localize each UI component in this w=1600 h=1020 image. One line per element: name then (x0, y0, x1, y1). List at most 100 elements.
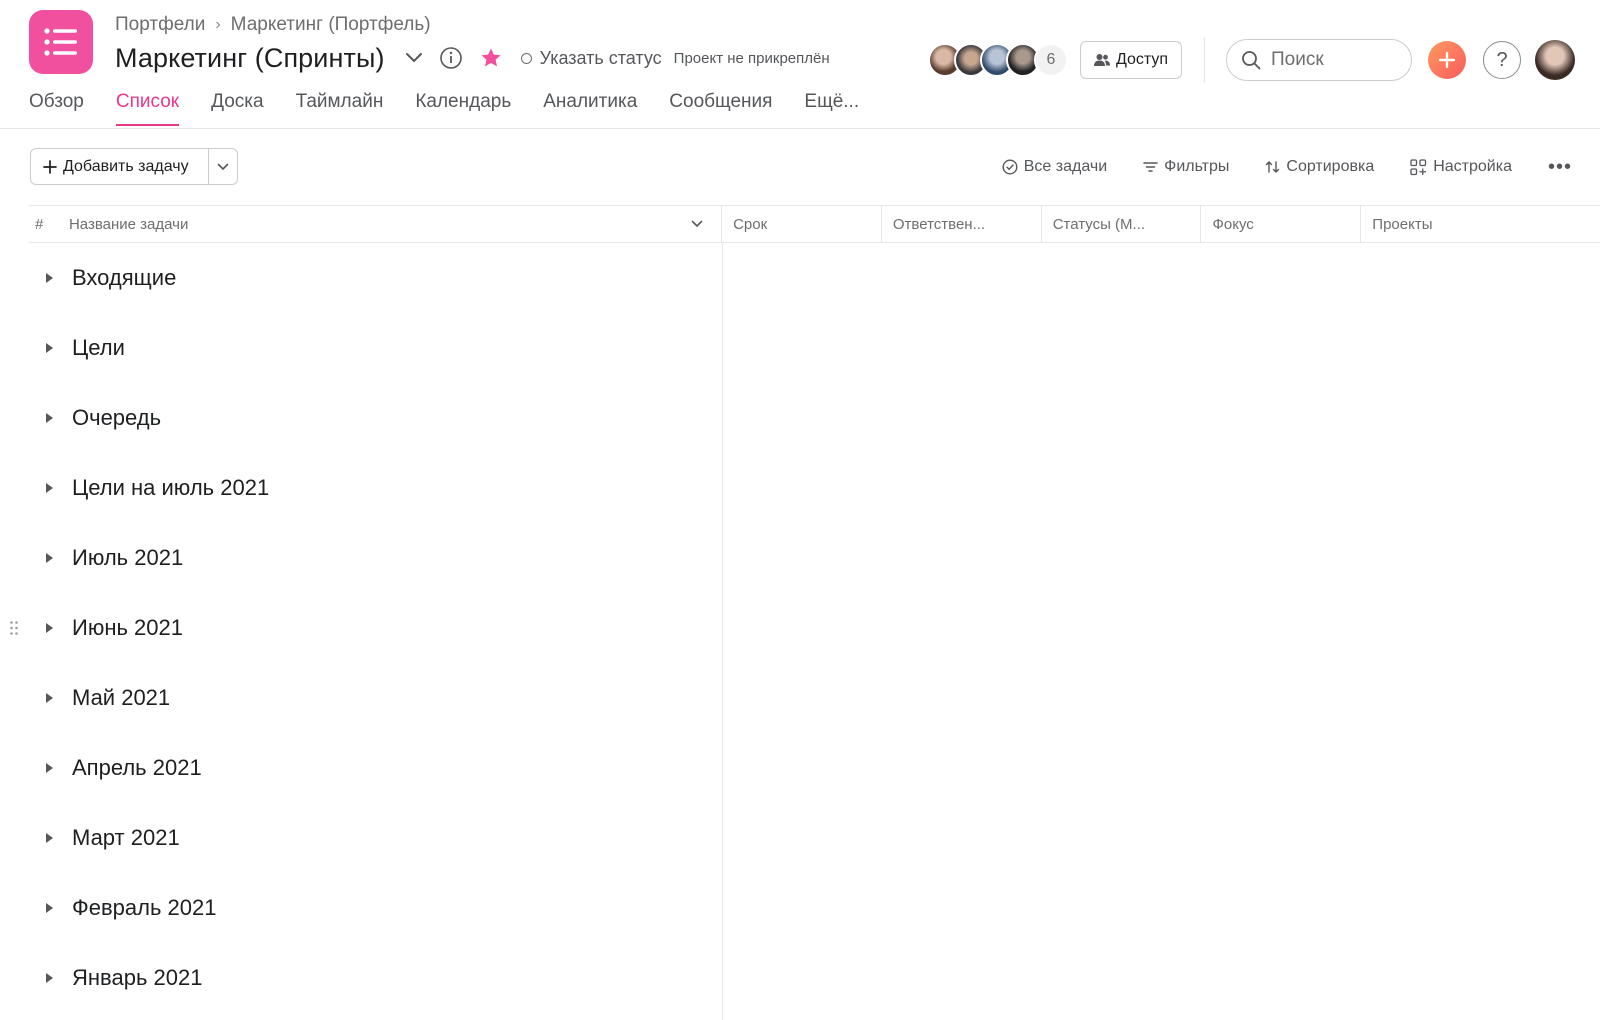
column-assignee[interactable]: Ответствен... (880, 205, 1041, 243)
all-tasks-button[interactable]: Все задачи (1002, 158, 1107, 176)
header-divider (1204, 38, 1205, 82)
filters-label: Фильтры (1164, 158, 1230, 175)
people-icon (1093, 54, 1110, 66)
customize-label: Настройка (1433, 158, 1512, 175)
project-list-icon[interactable] (29, 10, 93, 74)
search-input[interactable] (1271, 49, 1391, 71)
tab-timeline[interactable]: Таймлайн (296, 88, 384, 128)
caret-right-icon[interactable] (43, 971, 55, 985)
tab-messages[interactable]: Сообщения (669, 88, 772, 128)
caret-right-icon[interactable] (43, 341, 55, 355)
set-status-button[interactable]: Указать статус (520, 47, 662, 69)
section-title[interactable]: Март 2021 (72, 825, 180, 851)
plus-icon (1438, 51, 1456, 69)
section-title[interactable]: Июнь 2021 (72, 615, 183, 641)
project-tabs: Обзор Список Доска Таймлайн Календарь Ан… (29, 88, 891, 128)
access-label: Доступ (1115, 51, 1169, 68)
members-avatars[interactable]: 6 (928, 42, 1068, 78)
sort-button[interactable]: Сортировка (1265, 158, 1374, 176)
caret-right-icon[interactable] (43, 831, 55, 845)
caret-right-icon[interactable] (43, 691, 55, 705)
status-circle-icon (520, 52, 532, 64)
caret-right-icon[interactable] (43, 901, 55, 915)
section-title[interactable]: Апрель 2021 (72, 755, 202, 781)
column-focus[interactable]: Фокус (1200, 205, 1360, 243)
share-access-button[interactable]: Доступ (1080, 41, 1182, 79)
member-count-badge: 6 (1034, 43, 1068, 77)
view-toolbar: Все задачи Фильтры Сортировка Настройка … (1002, 152, 1572, 182)
search-icon (1242, 51, 1261, 70)
section-title[interactable]: Цели на июль 2021 (72, 475, 269, 501)
section-title[interactable]: Входящие (72, 265, 176, 291)
set-status-label: Указать статус (539, 47, 662, 68)
customize-button[interactable]: Настройка (1410, 158, 1512, 176)
grid-plus-icon (1410, 158, 1427, 175)
section-row[interactable]: Июль 2021 (0, 523, 722, 593)
add-task-split-button: Добавить задачу (30, 148, 238, 185)
breadcrumb-portfolios[interactable]: Портфели (115, 14, 205, 36)
tab-analytics[interactable]: Аналитика (543, 88, 637, 128)
quick-add-button[interactable] (1428, 41, 1466, 79)
column-divider (722, 243, 723, 1020)
tab-overview[interactable]: Обзор (29, 88, 84, 128)
section-row[interactable]: Входящие (0, 243, 722, 313)
info-icon[interactable] (439, 46, 463, 70)
add-task-dropdown[interactable] (209, 149, 237, 184)
title-row: Маркетинг (Спринты) Указать статус Проек… (115, 38, 830, 78)
check-circle-icon (1002, 159, 1018, 175)
section-row[interactable]: Январь 2021 (0, 943, 722, 1013)
user-avatar[interactable] (1535, 40, 1575, 80)
caret-right-icon[interactable] (43, 481, 55, 495)
section-row[interactable]: Март 2021 (0, 803, 722, 873)
section-row[interactable]: Цели (0, 313, 722, 383)
column-task-name-label: Название задачи (68, 215, 189, 233)
sort-icon (1266, 161, 1280, 173)
section-title[interactable]: Очередь (72, 405, 161, 431)
more-options-icon[interactable]: ••• (1548, 156, 1572, 179)
caret-right-icon[interactable] (43, 621, 55, 635)
section-title[interactable]: Февраль 2021 (72, 895, 216, 921)
section-title[interactable]: Цели (72, 335, 125, 361)
column-number: # (35, 215, 44, 233)
caret-right-icon[interactable] (43, 551, 55, 565)
sort-label: Сортировка (1286, 158, 1375, 175)
column-due-date[interactable]: Срок (721, 205, 881, 243)
section-row[interactable]: Февраль 2021 (0, 873, 722, 943)
section-row[interactable]: Очередь (0, 383, 722, 453)
chevron-down-icon[interactable] (691, 220, 703, 228)
filters-button[interactable]: Фильтры (1143, 158, 1229, 176)
add-task-label: Добавить задачу (63, 157, 189, 175)
breadcrumb: Портфели › Маркетинг (Портфель) (115, 14, 431, 36)
section-title[interactable]: Май 2021 (72, 685, 170, 711)
page-title[interactable]: Маркетинг (Спринты) (115, 43, 385, 74)
column-statuses[interactable]: Статусы (М... (1040, 205, 1201, 243)
tab-calendar[interactable]: Календарь (415, 88, 511, 128)
tab-board[interactable]: Доска (211, 88, 263, 128)
add-task-button[interactable]: Добавить задачу (31, 149, 209, 184)
table-header: # Название задачи Срок Ответствен... Ста… (29, 205, 1600, 243)
section-row[interactable]: Май 2021 (0, 663, 722, 733)
section-row[interactable]: Апрель 2021 (0, 733, 722, 803)
tab-more[interactable]: Ещё... (804, 88, 859, 128)
plus-icon (43, 159, 57, 174)
column-projects[interactable]: Проекты (1360, 205, 1600, 243)
star-icon[interactable] (479, 46, 503, 70)
help-button[interactable]: ? (1483, 41, 1521, 79)
section-row[interactable]: Июнь 2021 (0, 593, 722, 663)
chevron-down-icon[interactable] (403, 47, 425, 69)
filter-icon (1143, 162, 1158, 172)
all-tasks-label: Все задачи (1023, 158, 1108, 175)
tab-list[interactable]: Список (115, 88, 180, 128)
drag-handle-icon[interactable] (9, 620, 19, 636)
section-title[interactable]: Июль 2021 (72, 545, 183, 571)
caret-right-icon[interactable] (43, 411, 55, 425)
section-title[interactable]: Январь 2021 (72, 965, 202, 991)
header-divider-line (0, 128, 1600, 129)
chevron-down-icon (217, 163, 229, 170)
caret-right-icon[interactable] (43, 761, 55, 775)
caret-right-icon[interactable] (43, 271, 55, 285)
search-field[interactable] (1226, 39, 1412, 81)
section-row[interactable]: Цели на июль 2021 (0, 453, 722, 523)
breadcrumb-marketing-portfolio[interactable]: Маркетинг (Портфель) (231, 14, 431, 36)
column-task-name[interactable]: Название задачи (69, 216, 721, 233)
